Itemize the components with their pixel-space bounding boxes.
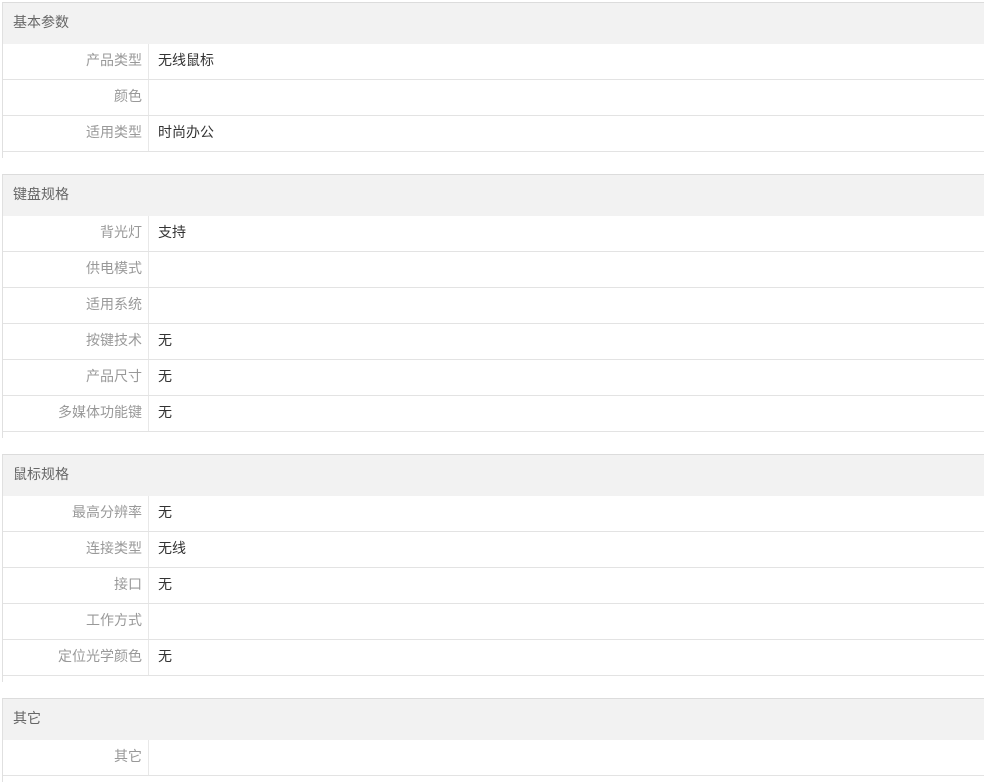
spec-label: 产品类型: [3, 44, 149, 79]
section-title: 基本参数: [3, 3, 984, 44]
spec-row: 按键技术无: [3, 324, 984, 360]
spec-row: 定位光学颜色无: [3, 640, 984, 676]
spec-value: 无: [158, 577, 172, 593]
spec-label: 产品尺寸: [3, 360, 149, 395]
spec-value: 时尚办公: [158, 125, 214, 141]
spec-value: 无: [158, 405, 172, 421]
spec-label: 背光灯: [3, 216, 149, 251]
spec-label: 颜色: [3, 80, 149, 115]
spec-table: 基本参数 产品类型 无线鼠标 颜色 适用类型 时尚办公键盘规格 背光灯 支持 供电模式 适用系统按…: [2, 2, 984, 782]
spec-section: 基本参数 产品类型 无线鼠标 颜色 适用类型 时尚办公: [2, 2, 984, 158]
section-footer: [3, 432, 984, 438]
spec-row: 多媒体功能键无: [3, 396, 984, 432]
spec-label: 接口: [3, 568, 149, 603]
section-title: 键盘规格: [3, 175, 984, 216]
section-footer: [3, 152, 984, 158]
spec-value: 无线鼠标: [158, 53, 214, 69]
spec-value: 无: [158, 649, 172, 665]
section-footer: [3, 676, 984, 682]
spec-row: 最高分辨率无: [3, 496, 984, 532]
spec-label: 供电模式: [3, 252, 149, 287]
section-title: 其它: [3, 699, 984, 740]
spec-section: 鼠标规格 最高分辨率无连接类型 无线 接口无工作方式 定位光学颜色无: [2, 454, 984, 682]
spec-row: 产品类型 无线鼠标: [3, 44, 984, 80]
spec-row: 供电模式: [3, 252, 984, 288]
spec-value: [149, 252, 984, 287]
spec-row: 产品尺寸无: [3, 360, 984, 396]
spec-row: 工作方式: [3, 604, 984, 640]
spec-label: 定位光学颜色: [3, 640, 149, 675]
spec-label: 最高分辨率: [3, 496, 149, 531]
spec-row: 颜色: [3, 80, 984, 116]
spec-label: 工作方式: [3, 604, 149, 639]
spec-value: 无: [158, 505, 172, 521]
section-title: 鼠标规格: [3, 455, 984, 496]
spec-row: 连接类型 无线: [3, 532, 984, 568]
spec-row: 适用类型 时尚办公: [3, 116, 984, 152]
spec-value: 无: [158, 369, 172, 385]
spec-label: 其它: [3, 740, 149, 775]
spec-value: [149, 604, 984, 639]
spec-label: 适用类型: [3, 116, 149, 151]
spec-section: 其它 其它: [2, 698, 984, 782]
spec-value: 支持: [158, 225, 186, 241]
spec-label: 连接类型: [3, 532, 149, 567]
spec-value: 无: [158, 333, 172, 349]
spec-row: 背光灯 支持: [3, 216, 984, 252]
spec-label: 适用系统: [3, 288, 149, 323]
spec-value: [149, 288, 984, 323]
section-footer: [3, 776, 984, 782]
spec-value: [149, 80, 984, 115]
spec-row: 接口无: [3, 568, 984, 604]
spec-value: [149, 740, 984, 775]
spec-value: 无线: [158, 541, 186, 557]
spec-label: 多媒体功能键: [3, 396, 149, 431]
spec-section: 键盘规格 背光灯 支持 供电模式 适用系统 按键技术无产品尺寸无多媒体功能键无: [2, 174, 984, 438]
spec-label: 按键技术: [3, 324, 149, 359]
spec-row: 适用系统: [3, 288, 984, 324]
